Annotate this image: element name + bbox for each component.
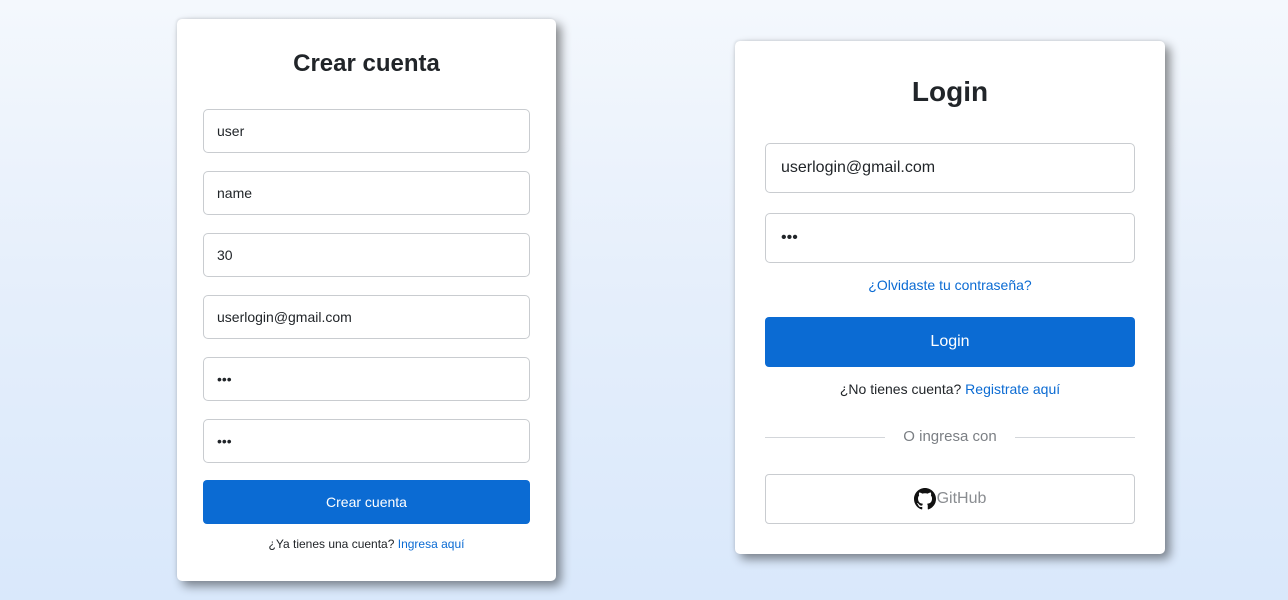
login-prompt: ¿Ya tienes una cuenta? Ingresa aquí xyxy=(177,537,556,551)
login-title: Login xyxy=(911,76,989,107)
name-input[interactable] xyxy=(203,171,530,215)
password-input[interactable] xyxy=(203,357,530,401)
login-password-input[interactable] xyxy=(765,213,1135,263)
or-divider: O ingresa con xyxy=(765,428,1135,446)
github-login-button[interactable]: GitHub xyxy=(765,474,1135,524)
login-prompt-text: ¿Ya tienes una cuenta? xyxy=(268,537,395,551)
login-card: Login ¿Olvidaste tu contraseña? Login ¿N… xyxy=(735,41,1165,554)
login-link[interactable]: Ingresa aquí xyxy=(398,537,465,551)
forgot-password-link[interactable]: ¿Olvidaste tu contraseña? xyxy=(868,277,1031,293)
login-button[interactable]: Login xyxy=(765,317,1135,367)
age-input[interactable] xyxy=(203,233,530,277)
email-input[interactable] xyxy=(203,295,530,339)
register-title: Crear cuenta xyxy=(293,50,440,77)
create-account-button[interactable]: Crear cuenta xyxy=(203,480,530,524)
login-email-input[interactable] xyxy=(765,143,1135,193)
register-card: Crear cuenta Crear cuenta ¿Ya tienes una… xyxy=(177,19,556,581)
signup-prompt-text: ¿No tienes cuenta? xyxy=(839,381,962,397)
forgot-password-row: ¿Olvidaste tu contraseña? xyxy=(735,277,1165,293)
username-input[interactable] xyxy=(203,109,530,153)
divider-line-right xyxy=(1015,437,1135,438)
signup-prompt: ¿No tienes cuenta? Registrate aquí xyxy=(735,381,1165,397)
github-icon xyxy=(913,488,936,510)
confirm-password-input[interactable] xyxy=(203,419,530,463)
signup-link[interactable]: Registrate aquí xyxy=(965,381,1060,397)
github-label: GitHub xyxy=(936,490,987,507)
